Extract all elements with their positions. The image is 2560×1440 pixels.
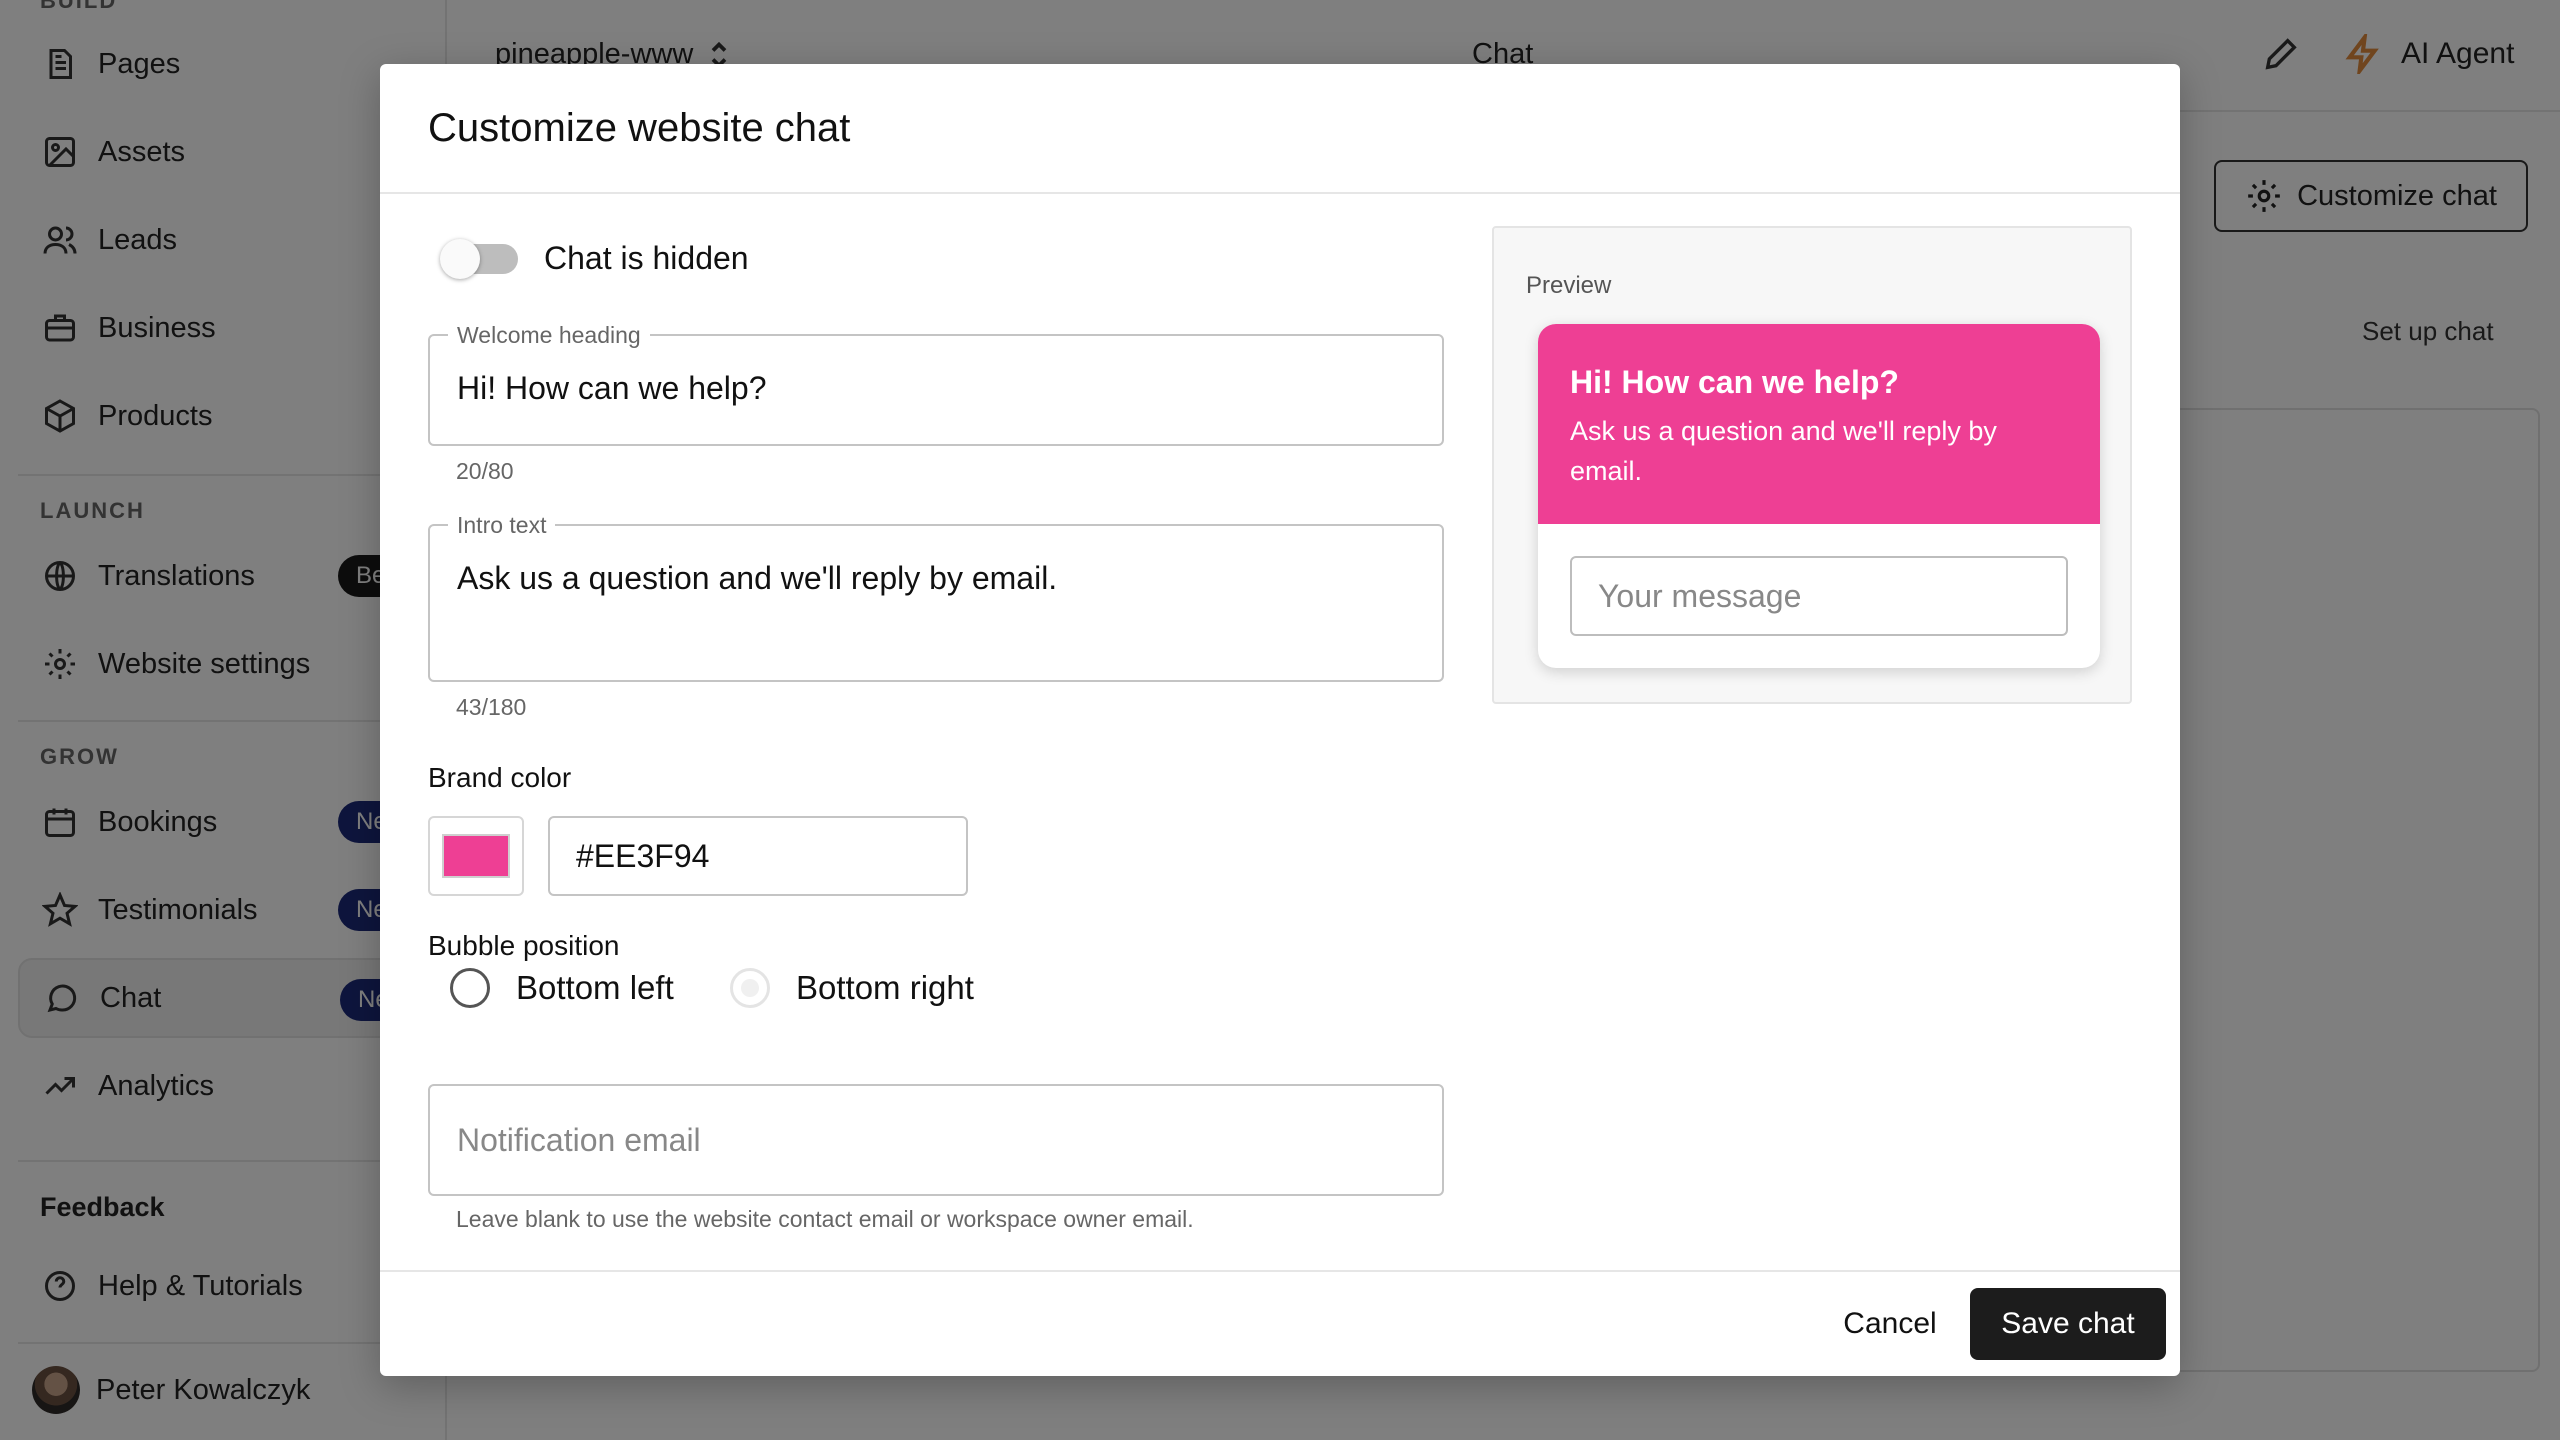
chat-widget-heading: Hi! How can we help?	[1570, 364, 1899, 400]
notification-email-input[interactable]: Notification email	[428, 1084, 1444, 1196]
color-chip	[442, 834, 510, 878]
preview-label: Preview	[1526, 272, 1612, 299]
intro-text-label: Intro text	[448, 512, 556, 539]
save-chat-button[interactable]: Save chat	[1970, 1288, 2166, 1360]
radio-button[interactable]	[730, 968, 770, 1008]
cancel-button[interactable]: Cancel	[1820, 1288, 1960, 1360]
intro-text-counter: 43/180	[456, 694, 527, 720]
intro-text-value: Ask us a question and we'll reply by ema…	[457, 560, 1058, 596]
welcome-heading-value: Hi! How can we help?	[457, 370, 767, 406]
dialog-header: Customize website chat	[380, 64, 2180, 194]
chat-widget-intro: Ask us a question and we'll reply by ema…	[1570, 416, 1997, 486]
radio-bottom-left[interactable]: Bottom left	[450, 968, 674, 1008]
chat-preview: Preview Hi! How can we help? Ask us a qu…	[1492, 226, 2132, 704]
radio-button[interactable]	[450, 968, 490, 1008]
radio-label: Bottom right	[796, 969, 974, 1006]
notification-email-helper: Leave blank to use the website contact e…	[456, 1206, 1194, 1232]
welcome-heading-label: Welcome heading	[448, 322, 650, 349]
chat-widget-header: Hi! How can we help? Ask us a question a…	[1538, 324, 2100, 524]
radio-label: Bottom left	[516, 969, 674, 1006]
bubble-position-label: Bubble position	[428, 930, 620, 961]
brand-color-label: Brand color	[428, 762, 572, 793]
radio-bottom-right[interactable]: Bottom right	[730, 968, 974, 1008]
chat-visibility-row: Chat is hidden	[440, 238, 749, 279]
intro-text-field[interactable]: Intro text Ask us a question and we'll r…	[428, 512, 1444, 682]
chat-message-input: Your message	[1570, 556, 2068, 636]
customize-chat-dialog: Customize website chat Chat is hidden We…	[380, 64, 2180, 1376]
brand-color-input[interactable]: #EE3F94	[548, 816, 968, 896]
chat-visibility-toggle[interactable]	[440, 238, 518, 279]
welcome-heading-counter: 20/80	[456, 458, 514, 484]
toggle-knob	[440, 238, 480, 279]
toggle-label: Chat is hidden	[544, 240, 749, 276]
dialog-title: Customize website chat	[428, 105, 851, 150]
chat-widget-preview: Hi! How can we help? Ask us a question a…	[1538, 324, 2100, 668]
welcome-heading-field[interactable]: Welcome heading Hi! How can we help?	[428, 322, 1444, 446]
brand-color-swatch[interactable]	[428, 816, 524, 896]
dialog-footer: Cancel Save chat	[380, 1270, 2180, 1376]
